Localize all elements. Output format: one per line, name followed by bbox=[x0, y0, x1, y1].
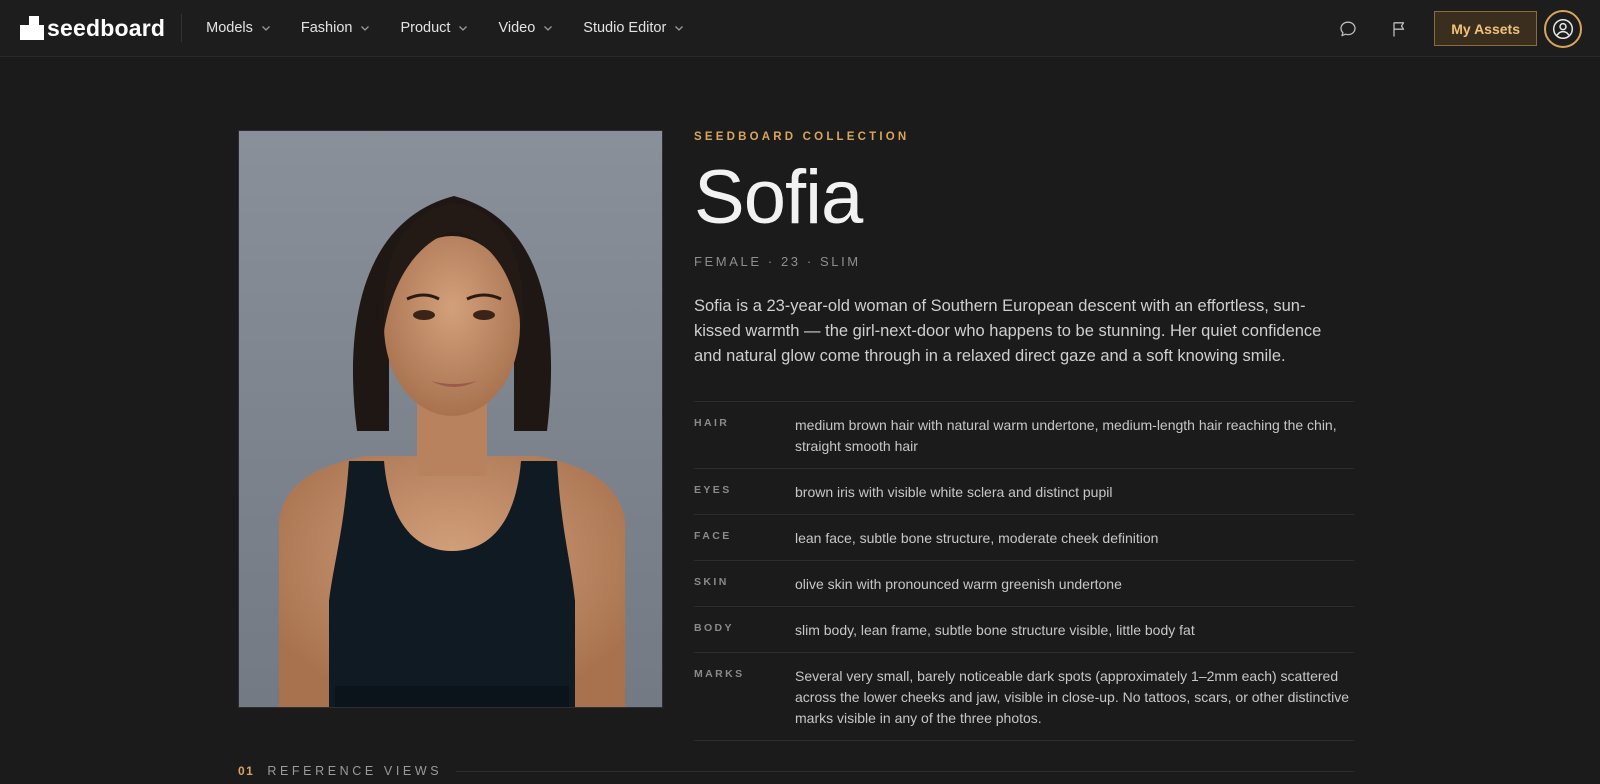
chevron-down-icon bbox=[361, 26, 370, 31]
attr-key: HAIR bbox=[694, 417, 730, 429]
model-meta: FEMALE · 23 · SLIM bbox=[694, 254, 861, 269]
brand-name: seedboard bbox=[47, 14, 166, 41]
my-assets-button[interactable]: My Assets bbox=[1434, 11, 1537, 46]
attr-key: SKIN bbox=[694, 576, 729, 588]
section-number: 01 bbox=[238, 764, 255, 778]
main-nav: Models Fashion Product Video Studio Edit… bbox=[191, 0, 699, 57]
nav-label: Video bbox=[498, 20, 536, 36]
attr-value: brown iris with visible white sclera and… bbox=[795, 484, 1113, 500]
nav-product[interactable]: Product bbox=[385, 0, 483, 57]
user-avatar[interactable] bbox=[1544, 9, 1582, 48]
toolbar: My Assets bbox=[1337, 0, 1582, 57]
section-reference-views: 01 REFERENCE VIEWS bbox=[238, 764, 1354, 778]
chevron-down-icon bbox=[261, 26, 270, 31]
attr-key: MARKS bbox=[694, 668, 745, 680]
attr-value: Several very small, barely noticeable da… bbox=[795, 668, 1350, 726]
chevron-down-icon bbox=[544, 26, 553, 31]
attr-key: FACE bbox=[694, 530, 732, 542]
section-divider bbox=[456, 770, 1354, 772]
nav-label: Product bbox=[400, 20, 451, 36]
logo-mark-icon bbox=[20, 16, 44, 40]
attr-key: BODY bbox=[694, 622, 734, 634]
nav-label: Fashion bbox=[300, 20, 353, 36]
nav-models[interactable]: Models bbox=[191, 0, 286, 57]
attr-value: medium brown hair with natural warm unde… bbox=[795, 417, 1337, 454]
attr-key: EYES bbox=[694, 484, 732, 496]
chevron-down-icon bbox=[675, 26, 684, 31]
model-info-panel: SEEDBOARD COLLECTION Sofia FEMALE · 23 ·… bbox=[694, 128, 1354, 741]
nav-label: Studio Editor bbox=[583, 20, 667, 36]
nav-studio-editor[interactable]: Studio Editor bbox=[568, 0, 699, 57]
nav-fashion[interactable]: Fashion bbox=[286, 0, 386, 57]
attr-row-skin: SKIN olive skin with pronounced warm gre… bbox=[694, 561, 1354, 607]
nav-video[interactable]: Video bbox=[483, 0, 568, 57]
attr-value: olive skin with pronounced warm greenish… bbox=[795, 576, 1122, 592]
attr-row-eyes: EYES brown iris with visible white scler… bbox=[694, 469, 1354, 515]
attr-value: lean face, subtle bone structure, modera… bbox=[795, 530, 1159, 546]
attributes-table: HAIR medium brown hair with natural warm… bbox=[694, 401, 1354, 741]
attr-row-face: FACE lean face, subtle bone structure, m… bbox=[694, 515, 1354, 561]
collection-label: SEEDBOARD COLLECTION bbox=[694, 131, 910, 143]
top-navigation-bar: seedboard Models Fashion Product Video S… bbox=[0, 0, 1600, 57]
model-bio: Sofia is a 23-year-old woman of Southern… bbox=[694, 297, 1322, 365]
attr-value: slim body, lean frame, subtle bone struc… bbox=[795, 622, 1195, 638]
model-portrait-photo bbox=[238, 130, 663, 708]
brand-logo[interactable]: seedboard bbox=[20, 14, 183, 42]
portrait-illustration bbox=[279, 196, 625, 707]
model-name: Sofia bbox=[694, 155, 863, 240]
section-title: REFERENCE VIEWS bbox=[267, 764, 443, 778]
attr-row-body: BODY slim body, lean frame, subtle bone … bbox=[694, 607, 1354, 653]
attr-row-hair: HAIR medium brown hair with natural warm… bbox=[694, 402, 1354, 469]
user-circle-icon bbox=[1552, 18, 1574, 39]
nav-label: Models bbox=[206, 20, 253, 36]
chat-bubble-icon[interactable] bbox=[1337, 18, 1359, 40]
attr-row-marks: MARKS Several very small, barely noticea… bbox=[694, 653, 1354, 741]
flag-icon[interactable] bbox=[1388, 18, 1410, 40]
chevron-down-icon bbox=[459, 26, 468, 31]
